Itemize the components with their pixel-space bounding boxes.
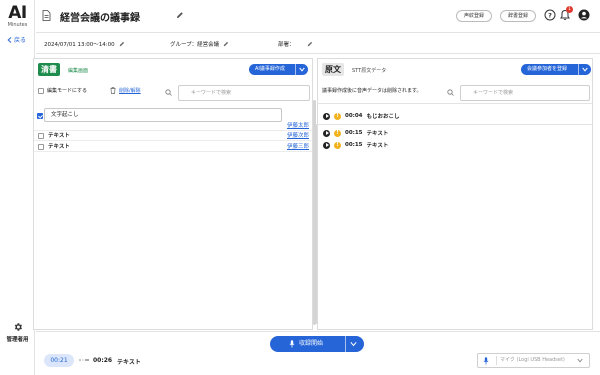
datetime-text: 2024/07/01 13:00～14:00 xyxy=(44,42,115,48)
app-logo: AI xyxy=(8,3,27,23)
header: 経営会議の議事録 声紋登録 辞書登録 ? 1 xyxy=(36,0,600,33)
waveform-icon xyxy=(79,359,89,361)
chevron-left-icon xyxy=(7,36,12,43)
meeting-group: グループ：経営会議 xyxy=(170,40,229,48)
edit-location-pencil-icon[interactable] xyxy=(307,41,313,47)
table-row[interactable]: テキスト 伊藤次郎 xyxy=(34,131,312,141)
divider xyxy=(317,124,593,125)
entry-time: 00:04 xyxy=(345,113,363,119)
ai-minutes-create-button[interactable]: AI議事録作成 xyxy=(249,64,308,75)
edit-screen-label: 編集画面 xyxy=(68,68,89,74)
play-icon[interactable] xyxy=(323,129,330,137)
edit-datetime-pencil-icon[interactable] xyxy=(119,41,125,47)
record-start-button[interactable]: 収録開始 xyxy=(270,336,364,352)
ai-minutes-create-label: AI議事録作成 xyxy=(255,66,285,72)
source-tag: 原文 xyxy=(322,63,344,76)
transcript-edit-input[interactable]: 文字起こし xyxy=(44,108,282,122)
svg-text:?: ? xyxy=(548,11,552,19)
search-icon xyxy=(165,89,172,96)
microphone-icon xyxy=(483,357,489,365)
list-item[interactable]: ! 00:15 テキスト xyxy=(323,140,388,150)
account-icon[interactable] xyxy=(578,9,590,21)
chevron-down-icon[interactable] xyxy=(299,67,305,72)
left-search-input[interactable]: キーワードで検索 xyxy=(178,85,310,101)
edit-title-pencil-icon[interactable] xyxy=(176,11,184,19)
page-title: 経営会議の議事録 xyxy=(60,13,140,24)
row-checkbox[interactable] xyxy=(38,133,44,139)
microphone-select[interactable]: マイク (Logi USB Headset) xyxy=(477,353,590,368)
table-row[interactable]: テキスト 伊藤三郎 xyxy=(34,142,312,152)
clean-copy-tag: 清書 xyxy=(38,63,60,76)
help-icon[interactable]: ? xyxy=(544,9,556,21)
record-start-label: 収録開始 xyxy=(299,340,324,347)
table-row[interactable]: 伊藤太郎 xyxy=(34,121,312,131)
current-time-badge: 00:21 xyxy=(44,354,74,367)
chevron-down-icon[interactable] xyxy=(350,341,357,347)
play-icon[interactable] xyxy=(323,141,330,149)
voiceprint-register-button[interactable]: 声紋登録 xyxy=(456,10,492,22)
warning-icon: ! xyxy=(334,129,341,137)
entry-time: 00:15 xyxy=(345,130,363,136)
search-icon xyxy=(447,89,454,96)
chevron-down-icon[interactable] xyxy=(582,67,588,72)
edit-mode-label: 編集モードにする xyxy=(47,88,88,94)
meeting-datetime: 2024/07/01 13:00～14:00 xyxy=(44,40,125,48)
row-text: テキスト xyxy=(48,133,70,139)
list-item[interactable]: ! 00:15 テキスト xyxy=(323,128,388,138)
back-label: 戻る xyxy=(14,37,27,44)
dictionary-register-button[interactable]: 辞書登録 xyxy=(500,10,536,22)
play-icon[interactable] xyxy=(323,112,330,120)
entry-time: 00:15 xyxy=(345,142,363,148)
trash-icon xyxy=(110,87,116,94)
right-search-input[interactable]: キーワードで検索 xyxy=(460,85,590,101)
edit-mode-checkbox[interactable] xyxy=(38,87,44,94)
select-all-checkbox[interactable] xyxy=(37,113,43,119)
warning-icon: ! xyxy=(334,112,341,120)
back-link[interactable]: 戻る xyxy=(7,35,26,44)
audio-delete-notice: 議事録作成後に音声データは削除されます。 xyxy=(322,88,422,94)
delete-toggle-label: 削除/解除 xyxy=(119,88,141,94)
speaker-link[interactable]: 伊藤三郎 xyxy=(287,142,309,152)
entry-text: もじおおこし xyxy=(366,114,400,120)
register-participants-button[interactable]: 会議参加者を登録 xyxy=(521,64,591,75)
register-participants-label: 会議参加者を登録 xyxy=(527,66,568,72)
microphone-icon xyxy=(289,340,295,348)
entry-text: テキスト xyxy=(366,143,389,149)
edit-mode-toggle[interactable]: 編集モードにする xyxy=(38,87,87,94)
next-segment-time: 00:26 xyxy=(93,357,113,364)
group-text: グループ：経営会議 xyxy=(170,42,220,48)
delete-toggle[interactable]: 削除/解除 xyxy=(110,87,141,94)
document-icon xyxy=(42,10,51,21)
source-panel: 原文 STT原文データ 会議参加者を登録 議事録作成後に音声データは削除されます… xyxy=(317,58,593,330)
meeting-location: 部署： xyxy=(278,40,313,48)
bottom-divider xyxy=(36,331,600,332)
microphone-selected-option: マイク (Logi USB Headset) xyxy=(500,357,565,363)
sidebar: AI Minutes 戻る 管理者用 xyxy=(0,0,35,375)
stt-source-label: STT原文データ xyxy=(352,68,387,74)
notification-badge: 1 xyxy=(566,6,573,13)
next-segment-text: テキスト xyxy=(117,359,141,366)
speaker-link[interactable]: 伊藤次郎 xyxy=(287,131,309,141)
right-scrollbar[interactable] xyxy=(313,100,316,325)
gear-icon xyxy=(14,323,22,331)
entry-text: テキスト xyxy=(366,131,389,137)
speaker-link[interactable]: 伊藤太郎 xyxy=(287,121,309,131)
location-text: 部署： xyxy=(278,42,295,48)
edit-group-pencil-icon[interactable] xyxy=(223,41,229,47)
admin-label: 管理者用 xyxy=(6,337,29,343)
row-checkbox[interactable] xyxy=(38,144,44,150)
divider xyxy=(317,103,593,104)
list-item[interactable]: ! 00:04 もじおおこし xyxy=(323,111,400,121)
row-text: テキスト xyxy=(48,144,70,150)
clean-copy-panel: 清書 編集画面 AI議事録作成 編集モードにする 削除/解除 キーワードで検索 … xyxy=(33,58,318,330)
warning-icon: ! xyxy=(334,141,341,149)
admin-button[interactable]: 管理者用 xyxy=(0,322,35,343)
app-logo-sub: Minutes xyxy=(7,22,28,28)
meeting-meta: 2024/07/01 13:00～14:00 グループ：経営会議 部署： xyxy=(36,33,600,54)
chevron-down-icon xyxy=(577,358,583,363)
